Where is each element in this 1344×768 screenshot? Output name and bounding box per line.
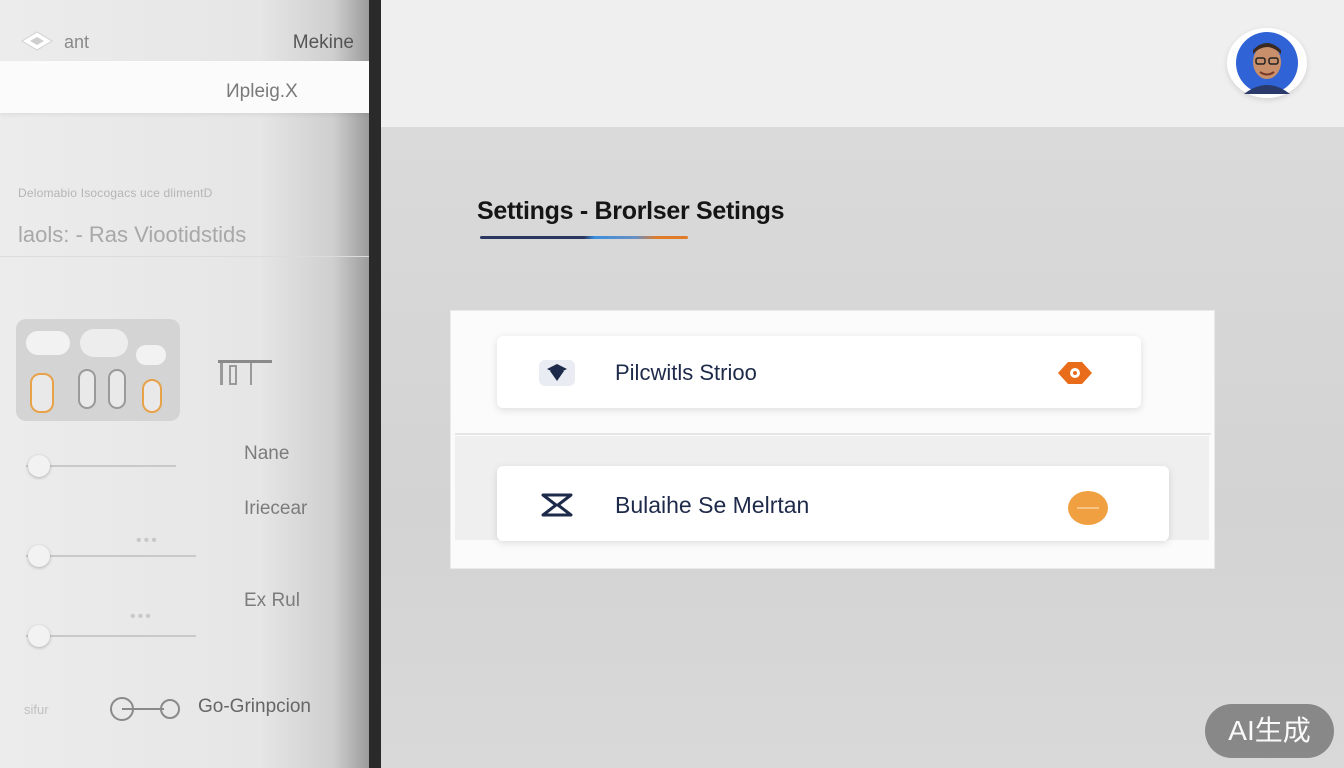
page-title: Settings - Brorlser Setings: [477, 197, 785, 225]
shield-icon: [539, 360, 575, 386]
sidebar-divider: [0, 256, 370, 257]
orange-toggle-icon[interactable]: [1067, 490, 1109, 526]
sidebar-label-name: Nane: [244, 443, 290, 464]
panel-divider: [455, 433, 1211, 435]
sidebar-header: ant Mekine: [0, 22, 370, 62]
sidebar-footer: sifur Go-Grinpcion: [24, 694, 364, 724]
ruler-tool-icon[interactable]: [216, 358, 274, 388]
slider-knob[interactable]: [28, 545, 50, 567]
slider-dots: •••: [130, 608, 153, 625]
tool-pill-icon[interactable]: [78, 369, 96, 409]
sidebar-slider[interactable]: •••: [26, 608, 206, 648]
sidebar-footer-small-label: sifur: [24, 702, 49, 717]
sidebar-slider[interactable]: [26, 454, 206, 478]
ai-generated-badge: AI生成: [1205, 704, 1334, 758]
slider-knob[interactable]: [28, 625, 50, 647]
slider-knob[interactable]: [28, 455, 50, 477]
tool-blob: [26, 331, 70, 355]
settings-card-privacy[interactable]: Pilcwitls Strioo: [497, 336, 1141, 408]
link-toggle-icon[interactable]: [108, 696, 182, 722]
sidebar-active-tab[interactable]: Иpleig.X: [0, 61, 370, 113]
settings-card-label: Pilcwitls Strioo: [615, 360, 757, 385]
avatar-portrait-icon: [1236, 32, 1298, 94]
sidebar-heading: laols: - Ras Viootidstids: [18, 222, 247, 247]
app-logo-icon: [21, 31, 53, 51]
slider-track: [26, 555, 196, 557]
sidebar-label-extra: Ex Rul: [244, 590, 300, 611]
sidebar-caption: Delomabio Isocogacs uce dlimentD: [18, 186, 213, 200]
slider-dots: •••: [136, 532, 159, 549]
sidebar-header-label[interactable]: Mekine: [293, 32, 354, 54]
app-name: ant: [64, 32, 90, 52]
sidebar-label-recent: Iriecear: [244, 498, 308, 519]
tool-palette[interactable]: [16, 319, 180, 421]
sidebar-tab-label: Иpleig.X: [226, 81, 298, 102]
sidebar-slider[interactable]: •••: [26, 532, 206, 568]
page-title-underline: [480, 236, 688, 239]
settings-card-label: Bulaihe Se Melrtan: [615, 492, 810, 518]
tool-blob: [80, 329, 128, 357]
sidebar-footer-label[interactable]: Go-Grinpcion: [198, 696, 311, 718]
top-bar: [381, 0, 1344, 127]
tool-pill-icon[interactable]: [108, 369, 126, 409]
hourglass-icon: [541, 493, 573, 517]
sidebar-splitter[interactable]: [369, 0, 381, 768]
sidebar: ant Mekine Иpleig.X Delomabio Isocogacs …: [0, 0, 370, 768]
orange-eye-icon[interactable]: [1056, 358, 1094, 388]
user-avatar[interactable]: [1227, 28, 1307, 98]
tool-orange-pill-icon[interactable]: [30, 373, 54, 413]
slider-track: [26, 635, 196, 637]
tool-orange-pill-icon[interactable]: [142, 379, 162, 413]
settings-card-behavior[interactable]: Bulaihe Se Melrtan: [497, 466, 1169, 541]
tool-blob: [136, 345, 166, 365]
